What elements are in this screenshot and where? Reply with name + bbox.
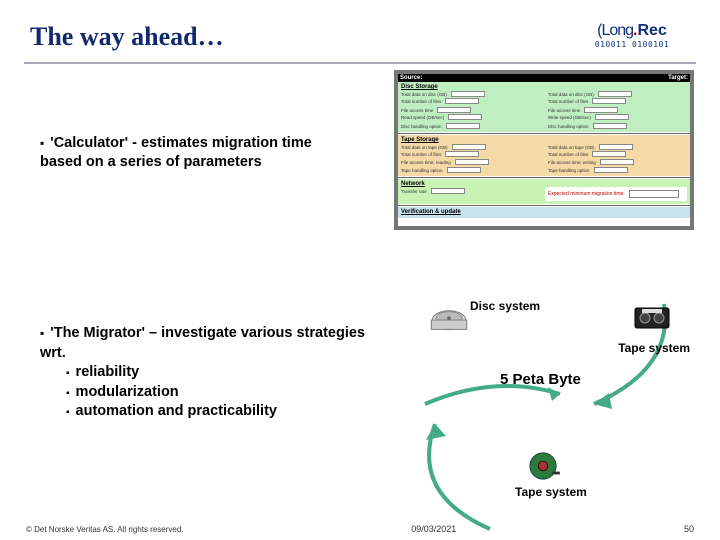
col-source: Source: xyxy=(398,74,544,82)
label-center: 5 Peta Byte xyxy=(500,371,581,388)
arrow-icon xyxy=(420,414,505,534)
calculator-screenshot: Source: Target: Disc Storage Total data … xyxy=(394,70,694,230)
col-target: Target: xyxy=(544,74,690,82)
migration-cycle-diagram: Disc system Tape system Tape system 5 Pe… xyxy=(420,299,690,489)
page-number: 50 xyxy=(684,524,694,534)
label-disc: Disc system xyxy=(470,299,540,313)
hdd-icon xyxy=(430,307,468,335)
bullet-calc: 'Calculator' - estimates migration time … xyxy=(40,134,350,172)
tape-reel-icon xyxy=(525,451,561,481)
bullet-migrator: 'The Migrator' – investigate various str… xyxy=(40,324,370,422)
page-title: The way ahead… xyxy=(30,22,224,52)
brand-logo: (Long.Rec 010011 0100101 xyxy=(572,18,692,52)
label-tape-right: Tape system xyxy=(618,341,690,355)
footer-copyright: © Det Norske Veritas AS. All rights rese… xyxy=(26,525,184,534)
label-tape-bottom: Tape system xyxy=(515,485,587,499)
tape-cassette-icon xyxy=(634,307,670,329)
footer-date: 09/03/2021 xyxy=(411,524,456,534)
